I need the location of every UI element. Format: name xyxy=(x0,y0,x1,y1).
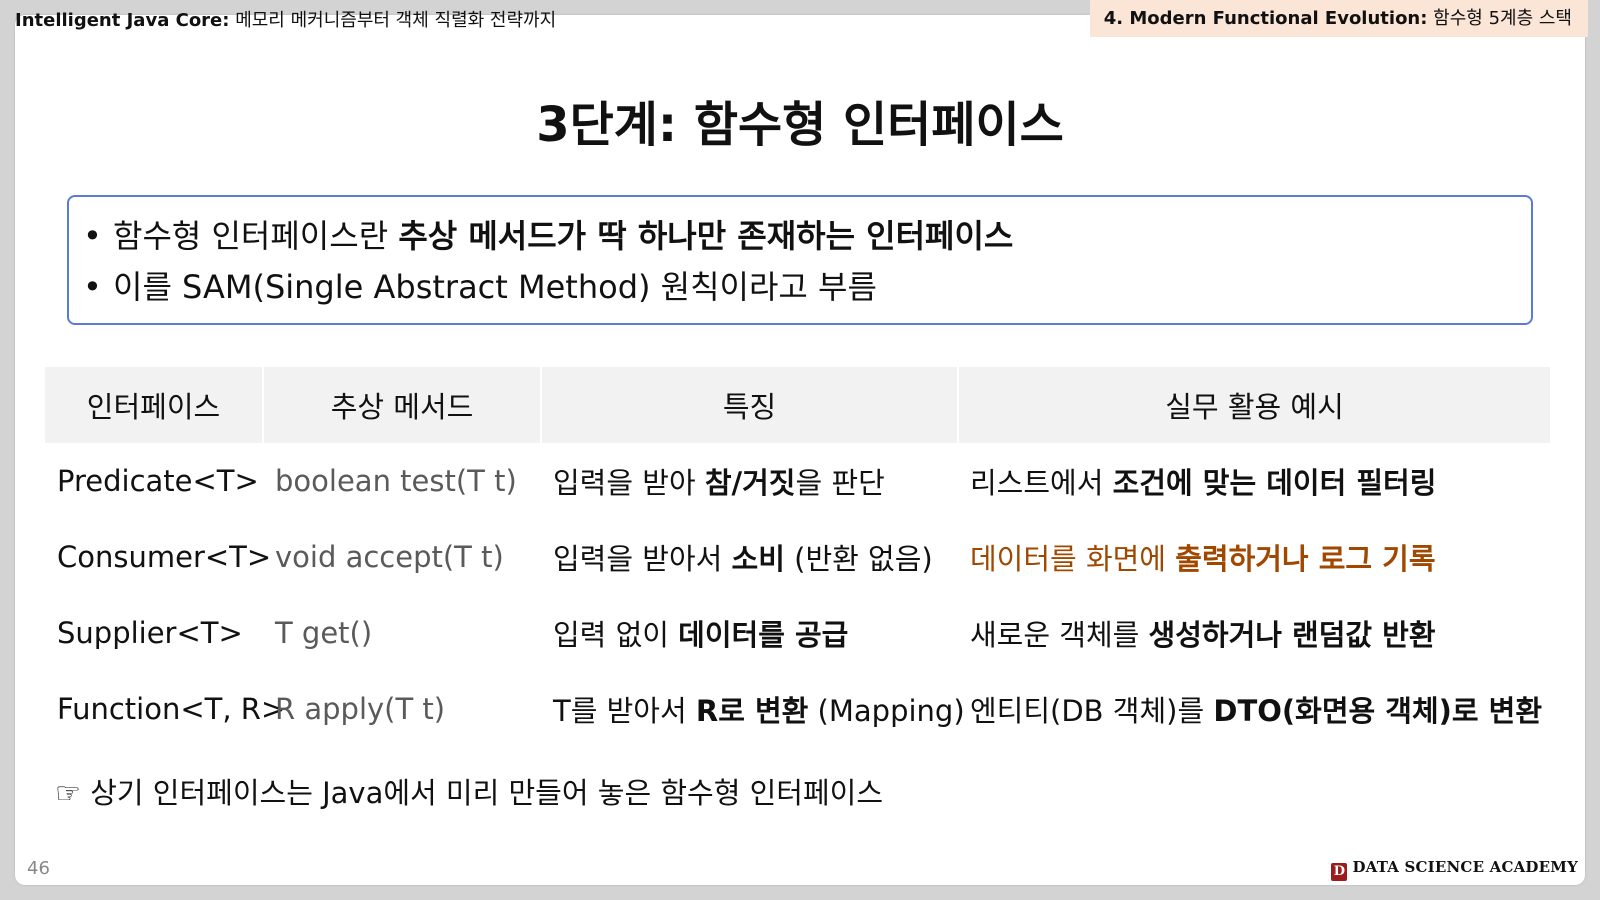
usage-cell: 새로운 객체를 생성하거나 랜덤값 반환 xyxy=(958,595,1550,671)
feature-text: 입력을 받아서 xyxy=(553,542,732,576)
feature-text: 입력을 받아 xyxy=(553,466,705,500)
bullet-text: 이를 SAM(Single Abstract Method) 원칙이라고 부름 xyxy=(113,268,877,306)
course-title-bold: Intelligent Java Core: xyxy=(15,10,230,31)
usage-text: 리스트에서 xyxy=(970,466,1113,500)
usage-cell: 리스트에서 조건에 맞는 데이터 필터링 xyxy=(958,443,1550,519)
feature-text: 입력 없이 xyxy=(553,618,679,652)
column-header: 실무 활용 예시 xyxy=(958,367,1550,443)
feature-bold: 데이터를 공급 xyxy=(678,618,849,652)
column-header: 인터페이스 xyxy=(45,367,264,443)
slide-title-prefix: 3단계: xyxy=(536,97,678,153)
abstract-method: void accept(T t) xyxy=(275,540,504,574)
usage-bold: 조건에 맞는 데이터 필터링 xyxy=(1112,466,1437,500)
usage-bold: DTO(화면용 객체)로 변환 xyxy=(1213,694,1543,728)
abstract-method: R apply(T t) xyxy=(275,692,446,726)
interface-name: Predicate<T> xyxy=(57,464,259,498)
usage-text: 데이터를 화면에 xyxy=(970,542,1176,576)
interface-name: Function<T, R> xyxy=(57,692,286,726)
feature-bold: R로 변환 xyxy=(695,694,809,728)
section-tag-bold: 4. Modern Functional Evolution: xyxy=(1103,8,1428,29)
feature-cell: 입력을 받아서 소비 (반환 없음) xyxy=(541,519,958,595)
brand-logo: D DATA SCIENCE ACADEMY xyxy=(1331,858,1578,881)
feature-text-after: 을 판단 xyxy=(795,466,885,500)
table-row: Consumer<T> void accept(T t) 입력을 받아서 소비 … xyxy=(45,519,1550,595)
definition-box: • 함수형 인터페이스란 추상 메서드가 딱 하나만 존재하는 인터페이스 • 이를… xyxy=(67,195,1533,325)
feature-text: T를 받아서 xyxy=(553,694,696,728)
interface-name: Consumer<T> xyxy=(57,540,272,574)
table-row: Supplier<T> T get() 입력 없이 데이터를 공급 새로운 객체… xyxy=(45,595,1550,671)
usage-bold: 생성하거나 랜덤값 반환 xyxy=(1148,618,1436,652)
footnote: ☞ 상기 인터페이스는 Java에서 미리 만들어 놓은 함수형 인터페이스 xyxy=(55,776,884,810)
table-row: Predicate<T> boolean test(T t) 입력을 받아 참/… xyxy=(45,443,1550,519)
course-title-rest: 메모리 메커니즘부터 객체 직렬화 전략까지 xyxy=(229,10,557,31)
slide-title-text: 함수형 인터페이스 xyxy=(677,97,1064,153)
feature-text-after: (반환 없음) xyxy=(784,542,933,576)
bullet-dot: • xyxy=(83,217,102,255)
bullet-item: • 이를 SAM(Single Abstract Method) 원칙이라고 부름 xyxy=(83,262,877,308)
column-header: 추상 메서드 xyxy=(263,367,542,443)
usage-cell: 엔티티(DB 객체)를 DTO(화면용 객체)로 변환 xyxy=(958,671,1550,747)
course-title: Intelligent Java Core: 메모리 메커니즘부터 객체 직렬화… xyxy=(15,6,556,32)
feature-cell: 입력 없이 데이터를 공급 xyxy=(541,595,958,671)
usage-text: 새로운 객체를 xyxy=(970,618,1149,652)
interface-name: Supplier<T> xyxy=(57,616,243,650)
bullet-item: • 함수형 인터페이스란 추상 메서드가 딱 하나만 존재하는 인터페이스 xyxy=(83,211,1013,257)
feature-cell: T를 받아서 R로 변환 (Mapping) xyxy=(541,671,965,747)
section-tag-rest: 함수형 5계층 스택 xyxy=(1427,8,1572,29)
table-row: Function<T, R> R apply(T t) T를 받아서 R로 변환… xyxy=(45,671,1550,747)
usage-cell: 데이터를 화면에 출력하거나 로그 기록 xyxy=(958,519,1550,595)
table-header-row: 인터페이스 추상 메서드 특징 실무 활용 예시 xyxy=(45,367,1550,443)
feature-bold: 소비 xyxy=(731,542,785,576)
section-tag: 4. Modern Functional Evolution: 함수형 5계층 … xyxy=(1089,0,1588,37)
bullet-text: 함수형 인터페이스란 xyxy=(113,217,399,255)
usage-bold: 출력하거나 로그 기록 xyxy=(1175,542,1436,576)
abstract-method: T get() xyxy=(275,616,373,650)
interface-table: 인터페이스 추상 메서드 특징 실무 활용 예시 Predicate<T> bo… xyxy=(45,367,1550,747)
column-header: 특징 xyxy=(541,367,959,443)
brand-name: DATA SCIENCE ACADEMY xyxy=(1352,858,1578,876)
logo-icon: D xyxy=(1331,863,1348,881)
feature-bold: 참/거짓 xyxy=(704,466,796,500)
bullet-dot: • xyxy=(83,268,102,306)
bullet-bold-text: 추상 메서드가 딱 하나만 존재하는 인터페이스 xyxy=(398,217,1014,255)
feature-cell: 입력을 받아 참/거짓을 판단 xyxy=(541,443,958,519)
usage-text: 엔티티(DB 객체)를 xyxy=(970,694,1214,728)
abstract-method: boolean test(T t) xyxy=(275,464,517,498)
feature-text-after: (Mapping) xyxy=(808,694,965,728)
slide-title: 3단계: 함수형 인터페이스 xyxy=(0,85,1600,155)
page-number: 46 xyxy=(27,858,50,879)
